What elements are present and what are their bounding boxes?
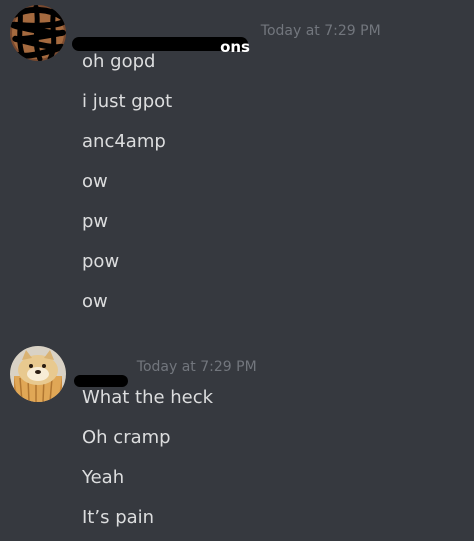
timestamp: Today at 7:29 PM (136, 359, 257, 375)
message-header: ons Today at 7:29 PM (72, 18, 381, 56)
message-text: ow (82, 291, 108, 312)
message-text: Oh cramp (82, 427, 171, 448)
message-text: It’s pain (82, 507, 155, 528)
message-text: oh gopd (82, 51, 156, 72)
message-text: pow (82, 251, 120, 272)
message-text: Yeah (82, 467, 125, 488)
message-header: Today at 7:29 PM (74, 354, 257, 387)
timestamp: Today at 7:29 PM (260, 23, 381, 39)
message-text: anc4amp (82, 131, 166, 152)
message-text: What the heck (82, 387, 214, 408)
avatar[interactable] (10, 5, 66, 61)
message-text: ow (82, 171, 108, 192)
chat-messages: ons Today at 7:29 PM oh gopd i just gpot… (0, 0, 474, 541)
scribbled-out-avatar-icon (10, 5, 66, 61)
message-text: i just gpot (82, 91, 173, 112)
avatar[interactable] (10, 346, 66, 402)
doge-muffin-avatar-icon (10, 346, 66, 402)
message-text: pw (82, 211, 109, 232)
username-fragment: ons (220, 38, 250, 56)
